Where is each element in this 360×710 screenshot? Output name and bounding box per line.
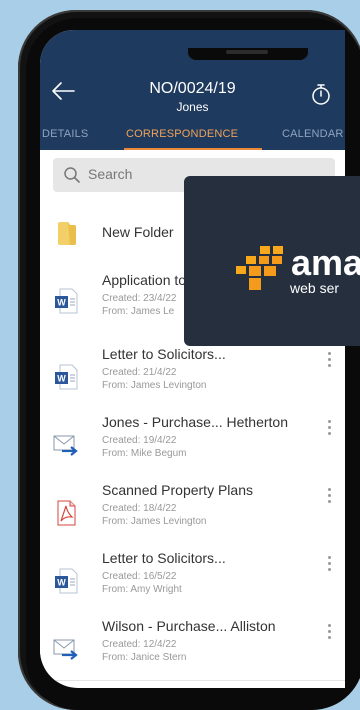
item-title: Letter to Solicitors... bbox=[102, 550, 226, 566]
item-title: New Folder bbox=[102, 224, 174, 240]
sender: From: Mike Begum bbox=[102, 448, 187, 459]
more-options-icon[interactable] bbox=[328, 624, 332, 640]
tab-correspondence[interactable]: CORRESPONDENCE bbox=[126, 128, 238, 140]
item-title: Letter to Solicitors... bbox=[102, 346, 226, 362]
aws-cubes-icon bbox=[236, 246, 283, 290]
aws-logo-overlay: ama web ser bbox=[184, 176, 360, 346]
sender: From: James Le bbox=[102, 306, 175, 317]
created-date: Created: 19/4/22 bbox=[102, 435, 177, 446]
sender: From: James Levington bbox=[102, 516, 207, 527]
item-title: Jones - Purchase... Hetherton bbox=[102, 414, 288, 430]
search-placeholder: Search bbox=[88, 166, 133, 182]
pdf-document-icon bbox=[57, 500, 76, 526]
word-document-icon: W bbox=[55, 364, 78, 390]
tab-details[interactable]: DETAILS bbox=[42, 128, 88, 140]
more-options-icon[interactable] bbox=[328, 556, 332, 572]
phone-speaker bbox=[226, 50, 268, 54]
tab-calendar[interactable]: CALENDAR bbox=[282, 128, 344, 140]
active-tab-indicator bbox=[124, 148, 262, 150]
svg-text:W: W bbox=[57, 578, 66, 588]
word-document-icon: W bbox=[55, 568, 78, 594]
page-title: NO/0024/19 bbox=[149, 80, 236, 97]
folder-icon bbox=[58, 222, 76, 245]
item-meta: Created: 18/4/22 From: James Levington bbox=[102, 502, 207, 528]
tab-bar: DETAILS CORRESPONDENCE CALENDAR bbox=[40, 122, 345, 150]
list-item-email[interactable]: Jones - Purchase... Hetherton Created: 1… bbox=[40, 406, 345, 475]
created-date: Created: 12/4/22 bbox=[102, 639, 177, 650]
item-title: Scanned Property Plans bbox=[102, 482, 253, 498]
item-title: Wilson - Purchase... Alliston bbox=[102, 618, 276, 634]
item-meta: Created: 16/5/22 From: Amy Wright bbox=[102, 570, 182, 596]
created-date: Created: 23/4/22 bbox=[102, 293, 177, 304]
email-forward-icon bbox=[53, 639, 78, 660]
sender: From: Janice Stern bbox=[102, 652, 187, 663]
stopwatch-icon[interactable] bbox=[310, 82, 332, 106]
page-subtitle: Jones bbox=[176, 100, 209, 114]
aws-logo-text: ama bbox=[291, 242, 360, 283]
aws-logo-subtext: web ser bbox=[290, 280, 340, 296]
list-item-email[interactable]: Wilson - Purchase... Alliston Created: 1… bbox=[40, 610, 345, 681]
more-options-icon[interactable] bbox=[328, 352, 332, 368]
sender: From: James Levington bbox=[102, 380, 207, 391]
created-date: Created: 18/4/22 bbox=[102, 503, 177, 514]
title-block: NO/0024/19 Jones bbox=[40, 80, 345, 114]
sender: From: Amy Wright bbox=[102, 584, 182, 595]
item-meta: Created: 19/4/22 From: Mike Begum bbox=[102, 434, 186, 460]
created-date: Created: 21/4/22 bbox=[102, 367, 177, 378]
list-item-pdf[interactable]: Scanned Property Plans Created: 18/4/22 … bbox=[40, 474, 345, 543]
item-meta: Created: 12/4/22 From: Janice Stern bbox=[102, 638, 186, 664]
more-options-icon[interactable] bbox=[328, 488, 332, 504]
more-options-icon[interactable] bbox=[328, 420, 332, 436]
list-item-document[interactable]: W Letter to Solicitors... Created: 16/5/… bbox=[40, 542, 345, 611]
app-screen: NO/0024/19 Jones DETAILS CORRESPONDENCE … bbox=[40, 30, 345, 688]
created-date: Created: 16/5/22 bbox=[102, 571, 177, 582]
svg-text:W: W bbox=[57, 298, 66, 308]
svg-text:W: W bbox=[57, 374, 66, 384]
search-icon bbox=[64, 167, 80, 183]
list-item-document[interactable]: W Letter to Solicitors... Created: 21/4/… bbox=[40, 338, 345, 407]
item-meta: Created: 21/4/22 From: James Levington bbox=[102, 366, 207, 392]
word-document-icon: W bbox=[55, 288, 78, 314]
item-meta: Created: 23/4/22 From: James Le bbox=[102, 292, 177, 318]
email-forward-icon bbox=[53, 435, 78, 456]
item-title: Application to bbox=[102, 272, 187, 288]
